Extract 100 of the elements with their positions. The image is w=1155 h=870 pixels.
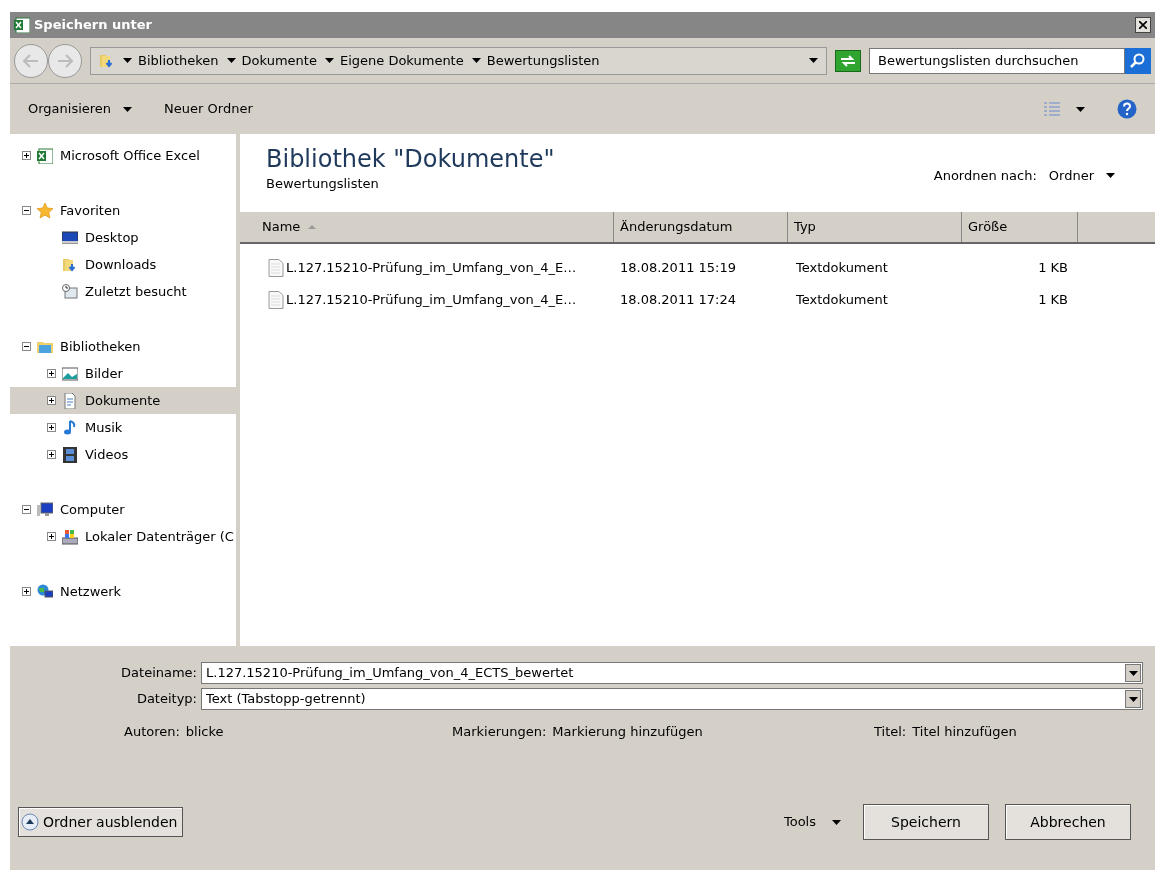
caret-icon (226, 58, 236, 63)
toolbar-button[interactable]: Organisieren (28, 99, 133, 119)
tree-label: Downloads (85, 255, 157, 274)
tools-button[interactable]: Tools (783, 812, 841, 832)
tree-item[interactable]: Desktop (10, 224, 236, 251)
close-button[interactable] (1135, 17, 1151, 33)
tree-label: Dokumente (85, 391, 161, 410)
column-header[interactable]: Name (240, 212, 614, 242)
toolbar-button[interactable]: Neuer Ordner (164, 99, 253, 119)
spreadsheet-icon (14, 17, 30, 33)
clock-screen-icon (62, 283, 78, 300)
tree-label: Bibliotheken (60, 337, 141, 356)
text-file-icon (268, 291, 284, 309)
metadata-value[interactable]: Titel hinzufügen (912, 722, 1017, 742)
view-button[interactable] (1044, 102, 1085, 116)
folder-icon (99, 52, 115, 69)
breadcrumb[interactable]: Dokumente (241, 50, 317, 71)
tree-item[interactable]: Zuletzt besucht (10, 278, 236, 305)
table-cell-text: 1 KB (1037, 291, 1069, 310)
library-title: Bibliothek "Dokumente" (266, 144, 555, 174)
address-bar[interactable]: Bibliotheken Dokumente Eigene Dokumente Bewertungslisten (90, 46, 827, 75)
tree-item[interactable]: Dokumente (10, 387, 236, 414)
expand-icon[interactable] (47, 369, 56, 378)
expand-icon[interactable] (47, 450, 56, 459)
hide-folders-button[interactable]: Ordner ausblenden (18, 807, 183, 837)
caret-icon (471, 58, 481, 63)
file-row[interactable]: L.127.15210-Prüfung_im_Umfang_von_4_E… 18.08.2011 17:24 Textdokument 1 KB (240, 284, 1155, 316)
caret-icon (1106, 173, 1115, 179)
metadata-label: Titel: (874, 723, 907, 742)
field-label: Dateiname: (120, 664, 197, 683)
music-note-icon (62, 419, 78, 436)
tree-label: Videos (85, 445, 129, 464)
tree-label: Netzwerk (60, 582, 122, 601)
tree-label: Desktop (85, 228, 139, 247)
globe-monitor-icon (37, 583, 53, 600)
file-row[interactable]: L.127.15210-Prüfung_im_Umfang_von_4_E… 18.08.2011 15:19 Textdokument 1 KB (240, 252, 1155, 284)
collapse-icon[interactable] (22, 342, 31, 351)
film-strip-icon (62, 446, 78, 463)
tree-label: Zuletzt besucht (85, 282, 187, 301)
text-file-icon (268, 259, 284, 277)
tree-item[interactable]: Videos (10, 441, 236, 468)
expand-icon[interactable] (47, 396, 56, 405)
filetype-dropdown[interactable]: Text (Tabstopp-getrennt) (201, 688, 1143, 710)
tree-label: Computer (60, 500, 125, 519)
tree-item[interactable]: Bibliotheken (10, 333, 236, 360)
forward-arrow-icon (57, 53, 73, 68)
tree-item[interactable]: Bilder (10, 360, 236, 387)
breadcrumb[interactable]: Bewertungslisten (486, 50, 600, 71)
arrange-dropdown[interactable]: Ordner (1048, 166, 1115, 186)
caret-icon (832, 819, 841, 825)
table-cell-text: 1 KB (1037, 259, 1069, 278)
filename-field[interactable]: L.127.15210-Prüfung_im_Umfang_von_4_ECTS_bewertet (201, 662, 1143, 684)
arrange-label: Anordnen nach: (933, 167, 1037, 185)
tree-label: Lokaler Datenträger (C (85, 527, 234, 546)
folder-icon (62, 256, 78, 273)
folder-subtitle: Bewertungslisten (266, 175, 380, 193)
expand-icon[interactable] (22, 587, 31, 596)
caret-icon (123, 58, 132, 63)
search-field[interactable]: Bewertungslisten durchsuchen (869, 47, 1125, 74)
tree-label: Microsoft Office Excel (60, 146, 200, 165)
dialog-button[interactable]: Speichern (863, 804, 989, 840)
table-cell-text: Textdokument (795, 259, 889, 278)
spreadsheet-icon (37, 147, 53, 164)
table-cell-text: Textdokument (795, 291, 889, 310)
tree-item[interactable]: Downloads (10, 251, 236, 278)
metadata-value[interactable]: blicke (185, 722, 224, 742)
expand-icon[interactable] (47, 532, 56, 541)
help-icon[interactable] (1117, 99, 1137, 119)
search-button[interactable] (1125, 47, 1151, 74)
tree-item[interactable]: Microsoft Office Excel (10, 142, 236, 169)
dropdown-caret-icon (809, 58, 818, 63)
refresh-button[interactable] (835, 49, 861, 72)
breadcrumb[interactable]: Bibliotheken (138, 50, 219, 71)
metadata-value[interactable]: Markierung hinzufügen (552, 722, 703, 742)
table-cell-text: L.127.15210-Prüfung_im_Umfang_von_4_E… (286, 259, 577, 278)
monitor-icon (62, 229, 78, 246)
caret-icon (1076, 106, 1085, 112)
tree-item[interactable]: Musik (10, 414, 236, 441)
caret-icon (123, 106, 133, 112)
expand-icon[interactable] (22, 151, 31, 160)
collapse-icon[interactable] (22, 206, 31, 215)
expand-icon[interactable] (47, 423, 56, 432)
document-icon (62, 392, 78, 409)
picture-icon (62, 365, 78, 382)
tree-item[interactable]: Netzwerk (10, 578, 236, 605)
list-view-icon (1044, 102, 1060, 116)
tree-item[interactable]: Favoriten (10, 197, 236, 224)
collapse-up-icon (21, 813, 39, 831)
dialog-button[interactable]: Abbrechen (1005, 804, 1131, 840)
column-header[interactable]: Typ (788, 212, 962, 242)
tree-label: Musik (85, 418, 123, 437)
breadcrumb[interactable]: Eigene Dokumente (339, 50, 464, 71)
search-icon (1130, 52, 1146, 69)
column-header[interactable]: Größe (962, 212, 1078, 242)
table-cell-text: 18.08.2011 17:24 (619, 291, 738, 310)
refresh-arrows-icon (840, 54, 856, 67)
tree-item[interactable]: Lokaler Datenträger (C (10, 523, 236, 550)
column-header[interactable]: Änderungsdatum (614, 212, 788, 242)
collapse-icon[interactable] (22, 505, 31, 514)
tree-item[interactable]: Computer (10, 496, 236, 523)
